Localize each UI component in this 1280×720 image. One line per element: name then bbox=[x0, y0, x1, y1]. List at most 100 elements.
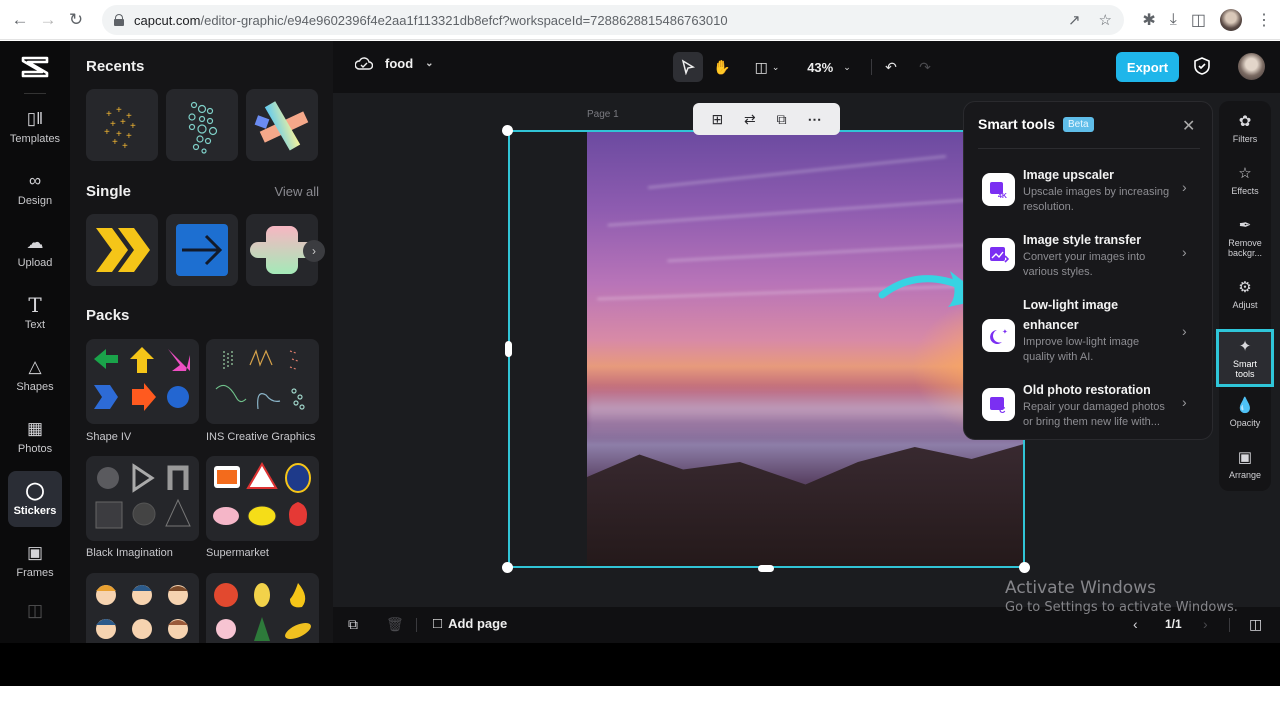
rail-item-design[interactable]: ∞ Design bbox=[8, 161, 62, 217]
recent-sticker-sparkles[interactable]: + + + + + + + + + + + bbox=[86, 89, 158, 161]
delete-page-icon[interactable]: 🗑 bbox=[386, 616, 404, 633]
bookmark-star-icon[interactable]: ☆ bbox=[1099, 11, 1112, 29]
extensions-icon[interactable]: ✱ bbox=[1142, 10, 1155, 30]
rail-item-text[interactable]: T Text bbox=[8, 285, 62, 341]
arrange-icon: ▣ bbox=[1237, 449, 1253, 466]
rrail-item-label: Remove backgr... bbox=[1227, 238, 1263, 258]
selection-bounding-box[interactable] bbox=[508, 130, 1025, 568]
layout-menu-button[interactable]: ◫ ⌄ bbox=[749, 52, 785, 82]
document-name-menu[interactable]: food ⌄ bbox=[355, 55, 434, 71]
download-icon[interactable]: ⤓ bbox=[1170, 11, 1177, 29]
pack-ins-creative-graphics[interactable] bbox=[206, 339, 319, 424]
hand-tool-button[interactable]: ✋ bbox=[707, 52, 737, 82]
recent-sticker-bubbles[interactable] bbox=[166, 89, 238, 161]
pack-shape-iv[interactable] bbox=[86, 339, 199, 424]
rrail-item-opacity[interactable]: 💧 Opacity bbox=[1219, 397, 1271, 428]
tool-image-style-transfer[interactable]: Image style transfer Convert your images… bbox=[982, 230, 1202, 290]
user-avatar[interactable] bbox=[1238, 53, 1265, 80]
rail-item-frames[interactable]: ▣ Frames bbox=[8, 533, 62, 589]
reload-icon[interactable]: ↻ bbox=[62, 6, 90, 34]
rrail-item-filters[interactable]: ✿ Filters bbox=[1219, 113, 1271, 144]
forward-icon[interactable]: → bbox=[34, 6, 62, 34]
rrail-item-smart-tools[interactable]: ✦ Smart tools bbox=[1216, 329, 1274, 387]
svg-text:+: + bbox=[116, 105, 122, 116]
rail-item-label: Frames bbox=[16, 567, 54, 579]
svg-text:+: + bbox=[122, 141, 128, 152]
pack-characters[interactable] bbox=[86, 573, 199, 643]
chevron-down-icon: ⌄ bbox=[771, 61, 780, 72]
tool-old-photo-restoration[interactable]: C Old photo restoration Repair your dama… bbox=[982, 380, 1202, 440]
rrail-item-adjust[interactable]: ⚙ Adjust bbox=[1219, 279, 1271, 310]
resize-handle-left[interactable] bbox=[505, 341, 512, 357]
single-sticker-blue-arrow[interactable] bbox=[166, 214, 238, 286]
rrail-item-label: Opacity bbox=[1229, 418, 1261, 428]
tool-description: Convert your images into various styles. bbox=[1023, 251, 1146, 278]
svg-text:+: + bbox=[112, 137, 118, 148]
rrail-item-remove-background[interactable]: ✒ Remove backgr... bbox=[1219, 217, 1271, 258]
more-options-icon[interactable]: ⋯ bbox=[808, 111, 822, 128]
share-icon[interactable]: ↗ bbox=[1068, 11, 1081, 29]
side-panel-icon[interactable]: ◫ bbox=[1191, 10, 1206, 30]
replace-icon[interactable]: ⇄ bbox=[744, 111, 756, 128]
redo-button[interactable]: ↷ bbox=[915, 52, 935, 82]
resize-handle-bottom-right[interactable] bbox=[1019, 562, 1030, 573]
single-sticker-chevrons[interactable] bbox=[86, 214, 158, 286]
rail-item-more[interactable]: ◫ bbox=[8, 591, 62, 631]
rail-item-stickers[interactable]: ◯ Stickers bbox=[8, 471, 62, 527]
undo-button[interactable]: ↶ bbox=[881, 52, 901, 82]
style-transfer-icon bbox=[982, 238, 1015, 271]
page-manager-icon[interactable]: ◫ bbox=[1249, 616, 1262, 633]
singles-next-button[interactable]: › bbox=[303, 240, 325, 262]
recent-sticker-cross[interactable] bbox=[246, 89, 318, 161]
chevron-down-icon: ⌄ bbox=[425, 57, 434, 69]
pack-black-imagination[interactable] bbox=[86, 456, 199, 541]
shield-check-icon[interactable] bbox=[1193, 56, 1211, 76]
rail-item-upload[interactable]: ☁ Upload bbox=[8, 223, 62, 279]
close-icon[interactable]: ✕ bbox=[1182, 116, 1195, 136]
resize-handle-bottom-left[interactable] bbox=[502, 562, 513, 573]
supermarket-preview bbox=[213, 462, 311, 527]
export-button[interactable]: Export bbox=[1116, 52, 1179, 82]
menu-kebab-icon[interactable]: ⋮ bbox=[1256, 10, 1272, 30]
capcut-logo-icon[interactable] bbox=[20, 55, 50, 79]
rail-item-templates[interactable]: ▯‖ Templates bbox=[8, 99, 62, 155]
zoom-menu-button[interactable]: 43% ⌄ bbox=[799, 52, 859, 82]
crop-icon[interactable]: ⊞ bbox=[711, 111, 723, 128]
back-icon[interactable]: ← bbox=[6, 6, 34, 34]
tool-low-light-enhancer[interactable]: ✦ Low-light image enhancer Improve low-l… bbox=[982, 295, 1202, 365]
resize-handle-top-left[interactable] bbox=[502, 125, 513, 136]
rail-item-label: Photos bbox=[17, 443, 53, 455]
screen: ← → ↻ capcut.com/editor-graphic/e94e9602… bbox=[0, 0, 1280, 720]
pack-fruits[interactable] bbox=[206, 573, 319, 643]
tool-image-upscaler[interactable]: 4K Image upscaler Upscale images by incr… bbox=[982, 165, 1202, 225]
frames-icon: ▣ bbox=[26, 543, 44, 562]
single-title: Single bbox=[86, 183, 132, 200]
chevron-right-icon: › bbox=[1182, 179, 1187, 195]
browser-toolbar: ← → ↻ capcut.com/editor-graphic/e94e9602… bbox=[0, 0, 1280, 40]
duplicate-page-icon[interactable]: ⧉ bbox=[348, 616, 358, 633]
right-properties-rail: ✿ Filters ☆ Effects ✒ Remove backgr... ⚙… bbox=[1216, 101, 1274, 491]
rrail-item-arrange[interactable]: ▣ Arrange bbox=[1219, 449, 1271, 480]
rrail-item-label: Arrange bbox=[1228, 470, 1262, 480]
beta-badge: Beta bbox=[1063, 116, 1094, 132]
svg-text:+: + bbox=[104, 127, 110, 138]
rail-item-photos[interactable]: ▦ Photos bbox=[8, 409, 62, 465]
resize-handle-bottom[interactable] bbox=[758, 565, 774, 572]
tool-title: Image style transfer bbox=[1023, 233, 1142, 247]
profile-avatar[interactable] bbox=[1220, 9, 1242, 31]
view-all-link[interactable]: View all bbox=[274, 184, 319, 199]
address-bar[interactable]: capcut.com/editor-graphic/e94e9602396f4e… bbox=[102, 5, 1124, 35]
pack-supermarket[interactable] bbox=[206, 456, 319, 541]
previous-page-icon[interactable]: ‹ bbox=[1133, 616, 1138, 632]
rail-item-label: Upload bbox=[17, 257, 53, 269]
rrail-item-label: Effects bbox=[1231, 186, 1259, 196]
rrail-item-effects[interactable]: ☆ Effects bbox=[1219, 165, 1271, 196]
svg-text:+: + bbox=[120, 117, 126, 128]
select-tool-button[interactable] bbox=[673, 52, 703, 82]
duplicate-icon[interactable]: ⧉ bbox=[777, 111, 787, 128]
add-page-button[interactable]: □ Add page bbox=[433, 615, 507, 632]
editor-topbar: food ⌄ ✋ ◫ ⌄ 43% ⌄ ↶ ↷ Export bbox=[333, 41, 1280, 93]
next-page-icon[interactable]: › bbox=[1203, 616, 1208, 632]
rail-item-shapes[interactable]: △ Shapes bbox=[8, 347, 62, 403]
rail-item-label: Design bbox=[17, 195, 53, 207]
